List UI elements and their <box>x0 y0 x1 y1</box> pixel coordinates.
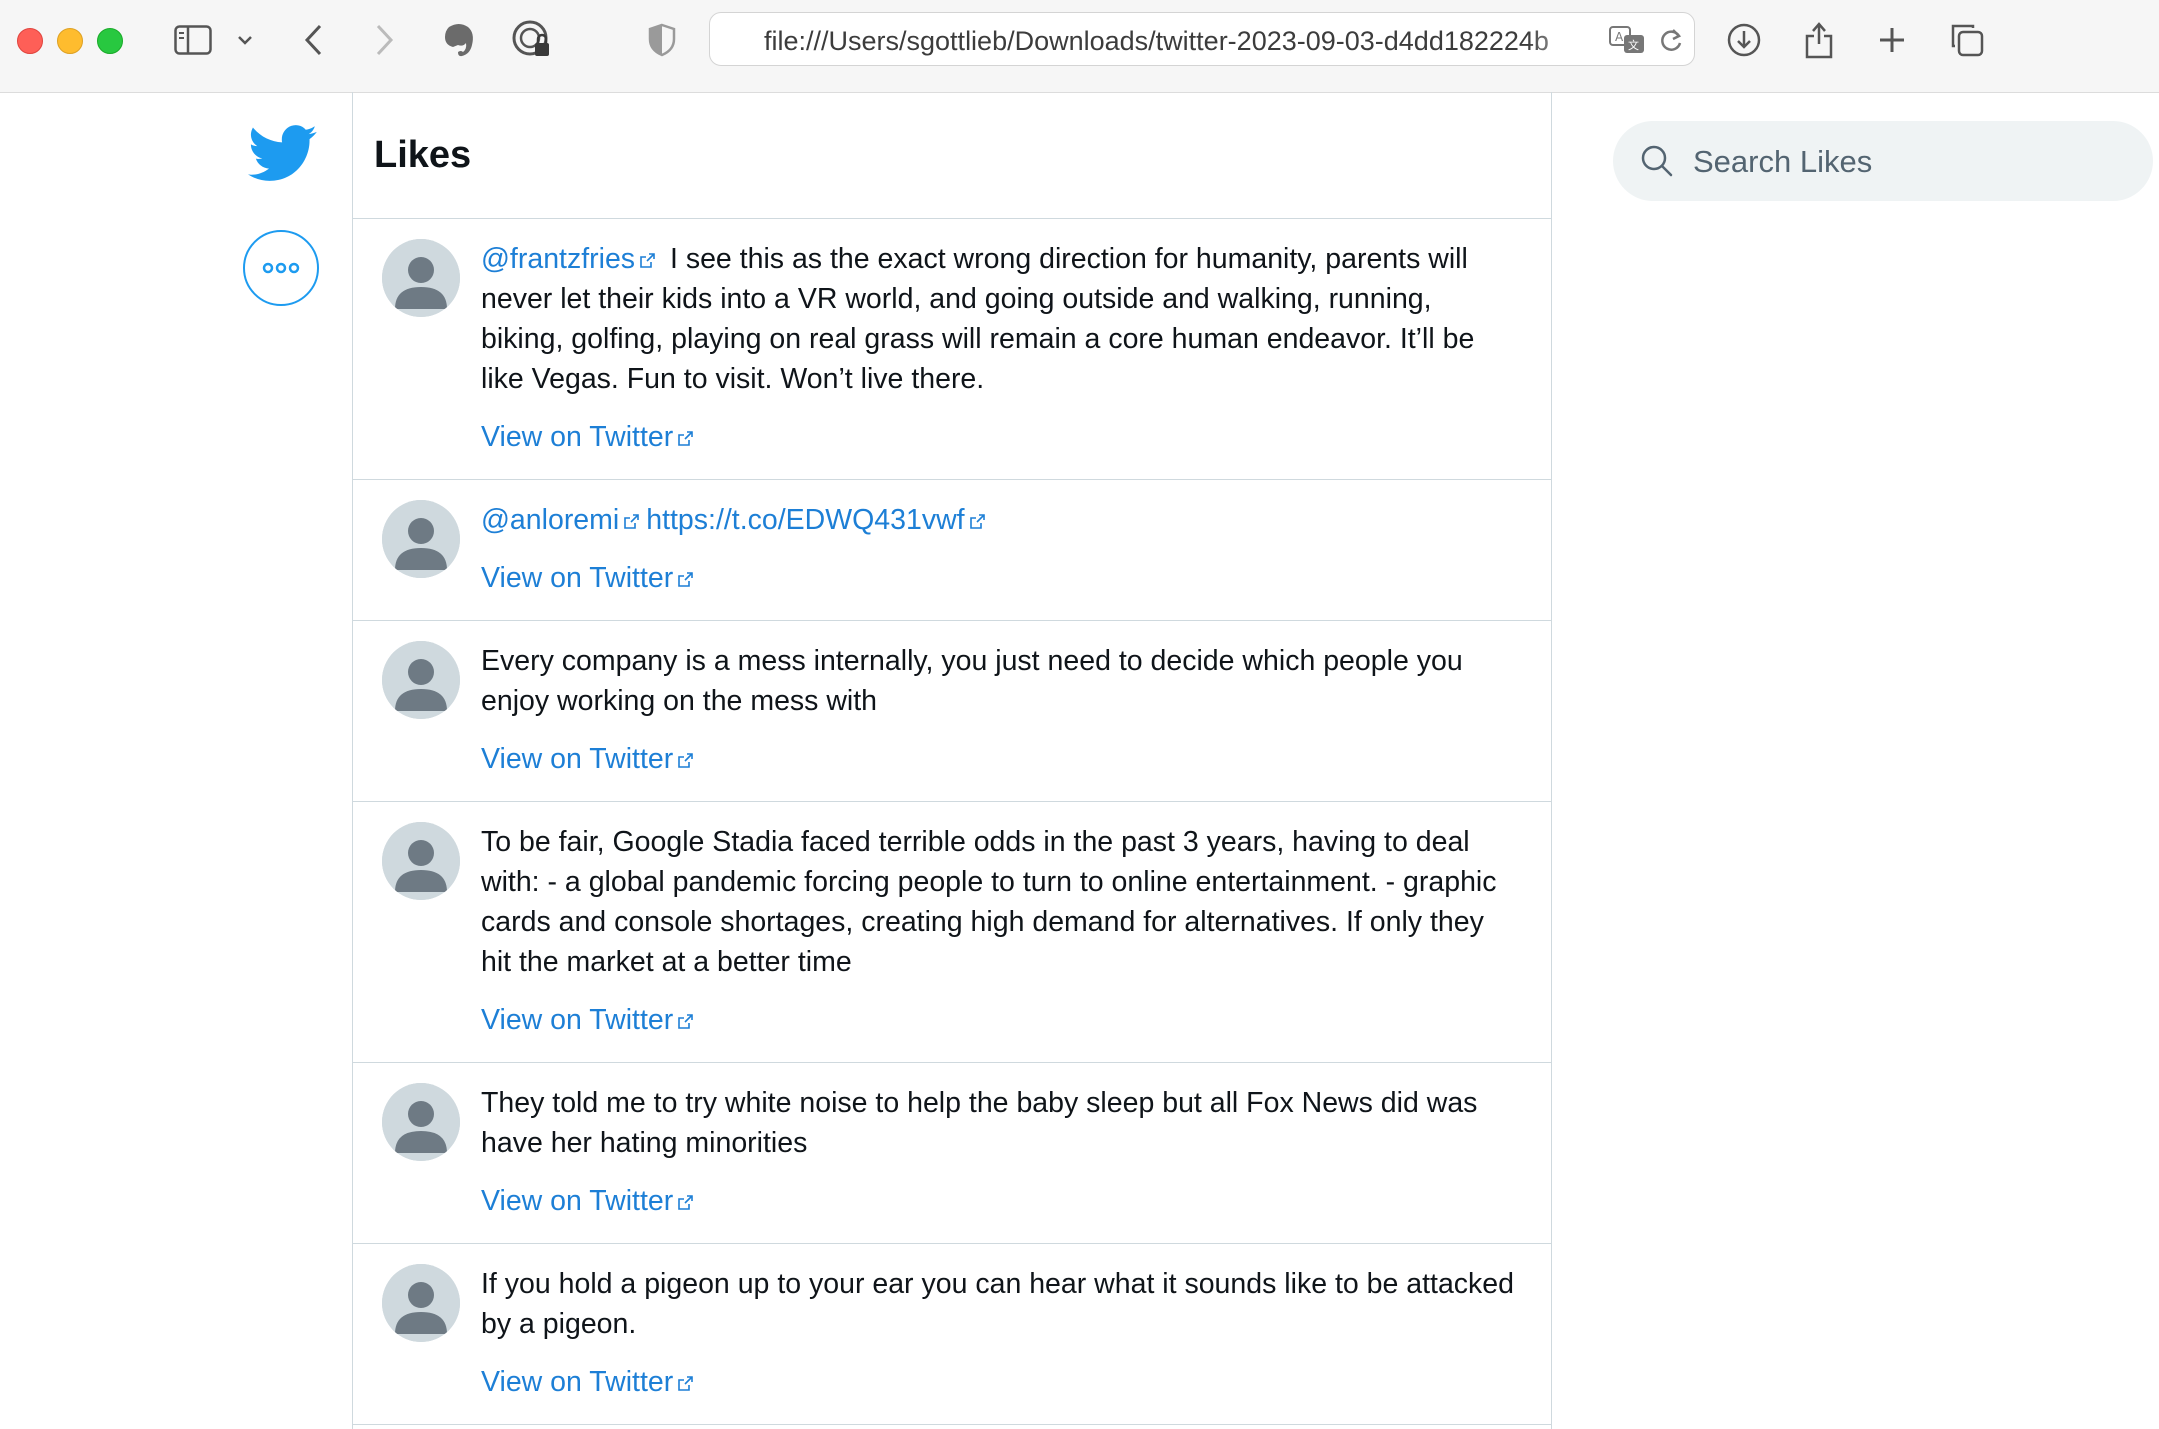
mention-link[interactable]: @frantzfries <box>481 243 635 275</box>
view-on-twitter-link[interactable]: View on Twitter <box>481 1362 700 1402</box>
tab-overview-icon[interactable] <box>1945 18 1989 62</box>
tweet-item: To be fair, Google Stadia faced terrible… <box>353 802 1551 1063</box>
browser-toolbar: file:///Users/sgottlieb/Downloads/twitte… <box>0 0 2159 93</box>
address-bar[interactable]: file:///Users/sgottlieb/Downloads/twitte… <box>709 12 1695 66</box>
tweet-item: Every company is a mess internally, you … <box>353 621 1551 802</box>
tweet-url-link[interactable]: https://t.co/EDWQ431vwf <box>646 504 964 536</box>
search-box[interactable] <box>1613 121 2153 201</box>
left-navigation <box>0 92 352 1429</box>
view-on-twitter-label: View on Twitter <box>481 421 674 453</box>
external-link-icon <box>969 514 985 529</box>
avatar <box>382 239 460 317</box>
tweet-item: They told me to try white noise to help … <box>353 1063 1551 1244</box>
view-on-twitter-link[interactable]: View on Twitter <box>481 417 700 457</box>
privacy-shield-icon[interactable] <box>640 18 684 62</box>
likes-timeline: Likes @frantzfries I see this as the exa… <box>352 92 1552 1429</box>
zoom-window-button[interactable] <box>97 28 123 54</box>
tweet-text: To be fair, Google Stadia faced terrible… <box>481 826 1497 978</box>
page-title: Likes <box>374 134 472 176</box>
new-tab-plus-icon[interactable] <box>1870 18 1914 62</box>
ellipsis-icon <box>262 262 300 274</box>
view-on-twitter-label: View on Twitter <box>481 1185 674 1217</box>
tweet-text: Every company is a mess internally, you … <box>481 645 1463 717</box>
translate-icon[interactable]: A文 <box>1608 25 1648 60</box>
view-on-twitter-link[interactable]: View on Twitter <box>481 1181 700 1221</box>
back-arrow-icon[interactable] <box>292 18 336 62</box>
tweet-item: If you hold a pigeon up to your ear you … <box>353 1244 1551 1425</box>
avatar <box>382 1083 460 1161</box>
view-on-twitter-link[interactable]: View on Twitter <box>481 558 700 598</box>
mention-link[interactable]: @anloremi <box>481 504 619 536</box>
tweet-text: @frantzfries I see this as the exact wro… <box>481 239 1515 399</box>
reload-icon[interactable] <box>1658 26 1684 59</box>
timeline-header: Likes <box>353 92 1551 219</box>
svg-text:文: 文 <box>1628 38 1639 52</box>
search-icon <box>1641 145 1673 177</box>
svg-text:A: A <box>1615 30 1624 44</box>
avatar <box>382 1264 460 1342</box>
downloads-icon[interactable] <box>1722 18 1766 62</box>
avatar <box>382 641 460 719</box>
close-window-button[interactable] <box>17 28 43 54</box>
sidebar-toggle-icon[interactable] <box>171 18 215 62</box>
tweet-text: If you hold a pigeon up to your ear you … <box>481 1268 1514 1340</box>
view-on-twitter-label: View on Twitter <box>481 1366 674 1398</box>
external-link-icon <box>678 1014 694 1029</box>
search-input[interactable] <box>1691 135 2125 189</box>
password-lock-icon[interactable] <box>510 18 554 62</box>
external-link-icon <box>624 514 640 529</box>
evernote-elephant-icon[interactable] <box>437 18 481 62</box>
avatar <box>382 500 460 578</box>
minimize-window-button[interactable] <box>57 28 83 54</box>
forward-arrow-icon[interactable] <box>362 18 406 62</box>
external-link-icon <box>640 253 655 268</box>
view-on-twitter-label: View on Twitter <box>481 743 674 775</box>
share-icon[interactable] <box>1797 18 1841 62</box>
external-link-icon <box>678 1376 694 1391</box>
external-link-icon <box>678 753 694 768</box>
view-on-twitter-link[interactable]: View on Twitter <box>481 739 700 779</box>
external-link-icon <box>678 431 694 446</box>
more-options-button[interactable] <box>243 230 319 306</box>
url-text[interactable]: file:///Users/sgottlieb/Downloads/twitte… <box>764 26 1594 57</box>
tweet-item: @anloremi https://t.co/EDWQ431vwf View on… <box>353 480 1551 621</box>
view-on-twitter-label: View on Twitter <box>481 1004 674 1036</box>
twitter-bird-icon[interactable] <box>248 124 318 184</box>
tweet-text: They told me to try white noise to help … <box>481 1087 1478 1159</box>
view-on-twitter-link[interactable]: View on Twitter <box>481 1000 700 1040</box>
tweet-text: @anloremi https://t.co/EDWQ431vwf <box>481 500 1515 540</box>
external-link-icon <box>678 572 694 587</box>
avatar <box>382 822 460 900</box>
view-on-twitter-label: View on Twitter <box>481 562 674 594</box>
tweet-item: @frantzfries I see this as the exact wro… <box>353 219 1551 480</box>
external-link-icon <box>678 1195 694 1210</box>
chevron-down-icon[interactable] <box>225 18 265 62</box>
